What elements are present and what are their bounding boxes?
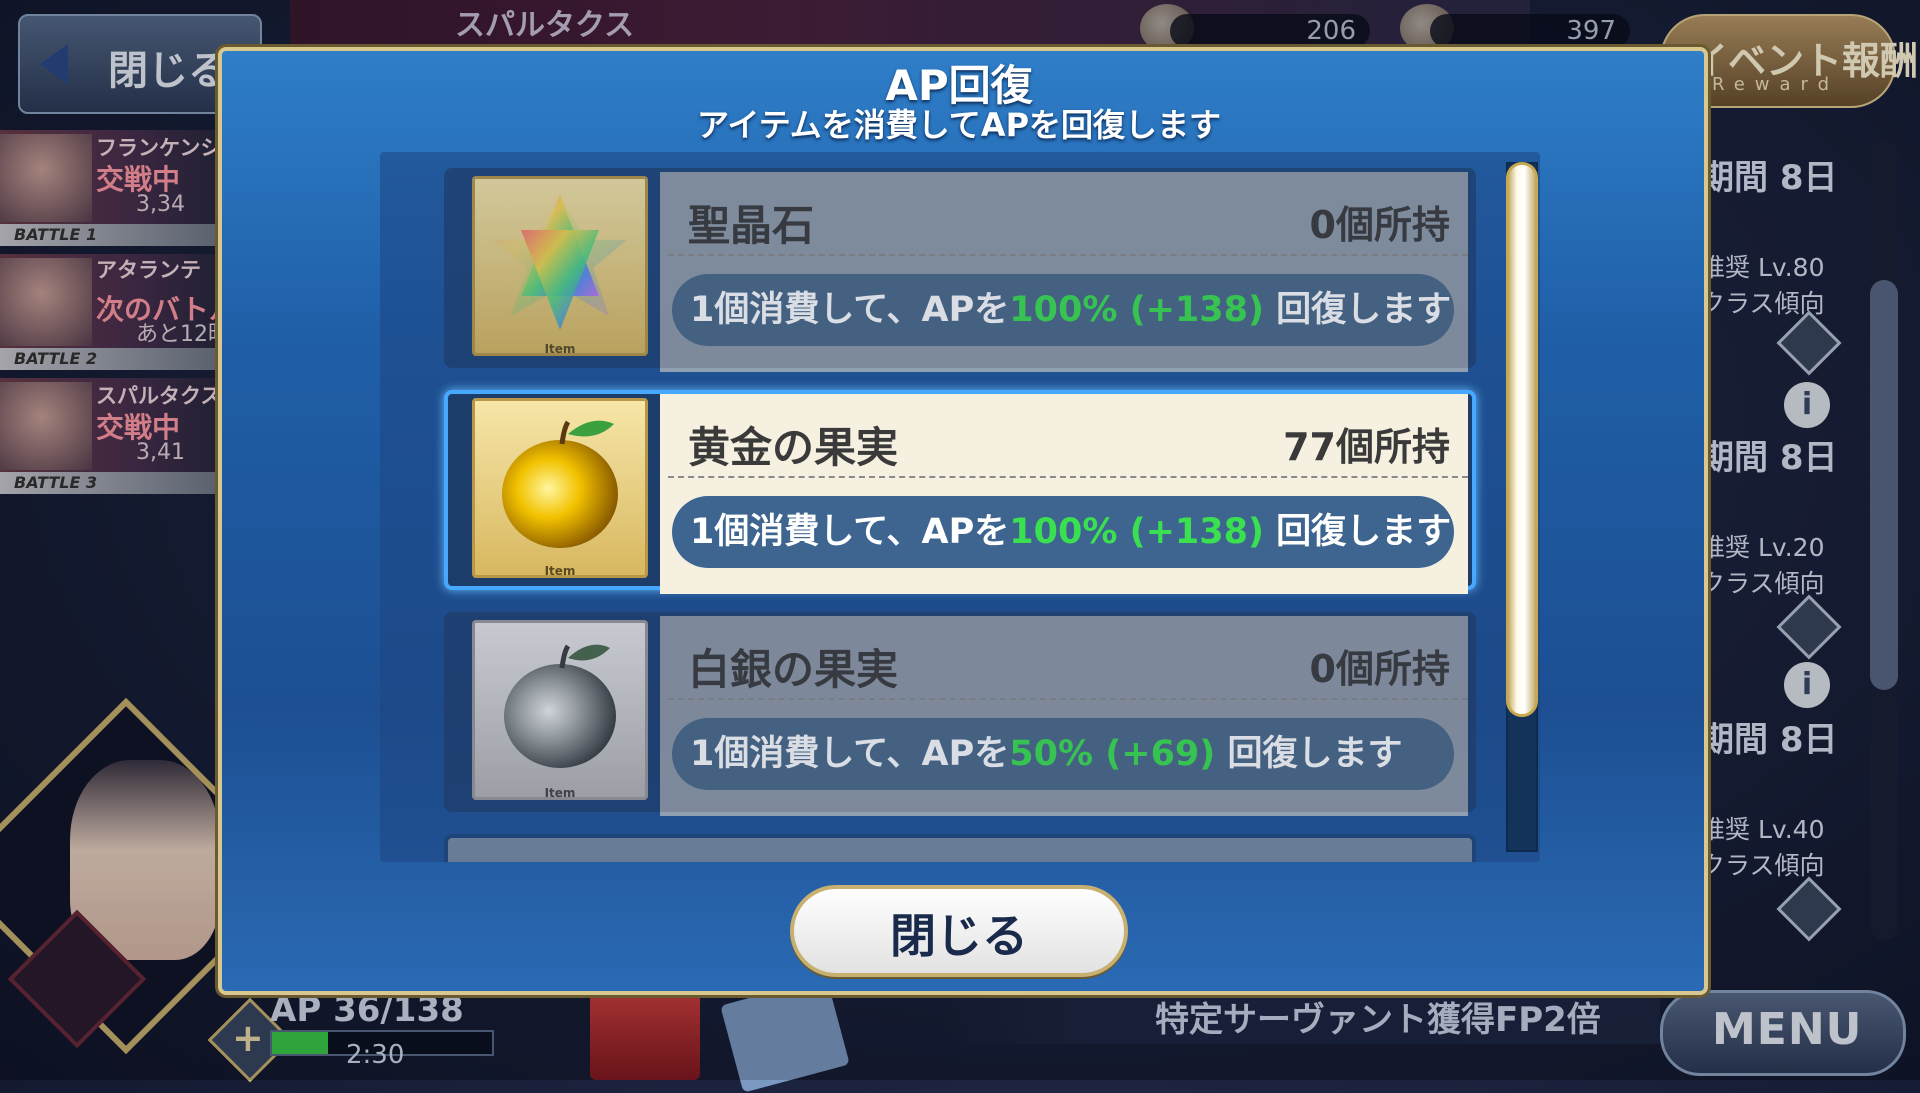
item-name: 黄金の果実	[688, 423, 899, 472]
divider	[668, 476, 1468, 478]
item-row-dim-overlay	[444, 612, 1476, 812]
item-row-dim-overlay	[444, 168, 1476, 368]
item-list-scrollbar-thumb[interactable]	[1506, 162, 1538, 717]
dialog-close-label: 閉じる	[890, 909, 1028, 963]
dialog-subtitle: アイテムを消費してAPを回復します	[696, 106, 1222, 144]
item-tag: Item	[544, 564, 576, 578]
item-row-partial[interactable]	[444, 834, 1476, 862]
item-owned-count: 77個所持	[1283, 425, 1450, 469]
golden-apple-icon	[502, 420, 618, 548]
item-description: 1個消費して、APを100% (+138) 回復します	[672, 496, 1454, 568]
